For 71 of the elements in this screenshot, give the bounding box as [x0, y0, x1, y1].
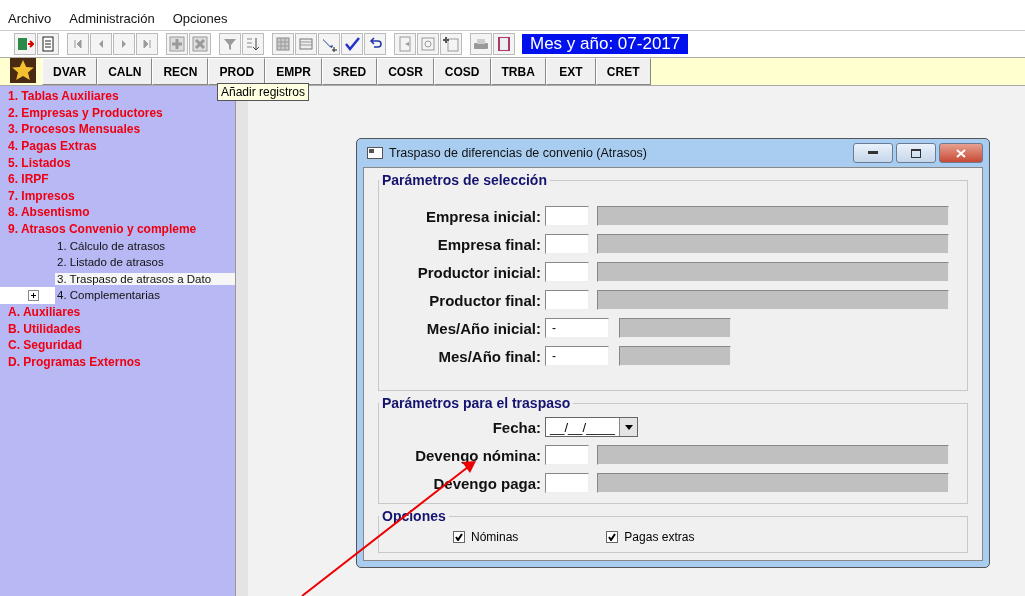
field-label: Empresa inicial:: [424, 207, 541, 225]
field-label: Empresa final:: [436, 235, 541, 253]
grid-icon[interactable]: [272, 33, 294, 55]
shortcut-button[interactable]: EMPR: [265, 58, 322, 85]
sort-icon[interactable]: [242, 33, 264, 55]
book-icon[interactable]: [493, 33, 515, 55]
field-label: Mes/Año final:: [437, 347, 541, 365]
first-record-icon[interactable]: [67, 33, 89, 55]
tooltip: Añadir registros: [217, 83, 310, 101]
field-label: Devengo nómina:: [414, 446, 541, 464]
tree-item[interactable]: 1. Cálculo de atrasos: [55, 239, 168, 252]
shortcut-button[interactable]: CRET: [595, 58, 651, 85]
shortcut-button[interactable]: COSD: [433, 58, 491, 85]
group-title: Parámetros de selección: [381, 172, 548, 188]
add-icon[interactable]: [166, 33, 188, 55]
menu-item[interactable]: Opciones: [172, 11, 228, 26]
menu-item[interactable]: Archivo: [8, 11, 52, 26]
delete-icon[interactable]: [189, 33, 211, 55]
checkbox[interactable]: [453, 531, 465, 543]
field-label: Mes/Año inicial:: [425, 319, 541, 337]
shortcut-button[interactable]: TRBA: [490, 58, 546, 85]
filter-icon[interactable]: [219, 33, 241, 55]
expand-icon[interactable]: [28, 289, 39, 301]
period-field[interactable]: -: [545, 318, 609, 338]
code-field[interactable]: [545, 473, 589, 493]
close-button[interactable]: [939, 143, 983, 163]
shortcut-button[interactable]: SRED: [321, 58, 378, 85]
document-icon[interactable]: [37, 33, 59, 55]
shortcut-button[interactable]: DVAR: [42, 58, 98, 85]
shortcut-button[interactable]: CALN: [97, 58, 153, 85]
group-title: Parámetros para el traspaso: [381, 395, 572, 411]
menu-item[interactable]: Administración: [69, 11, 155, 26]
table-icon[interactable]: [295, 33, 317, 55]
exit-door-icon[interactable]: [14, 33, 36, 55]
field-label: Productor final:: [428, 291, 541, 309]
field-label: Fecha:: [491, 418, 541, 436]
code-field[interactable]: [545, 206, 589, 226]
shortcut-button[interactable]: EXT: [545, 58, 596, 85]
checkbox-label: Nóminas: [471, 530, 519, 544]
code-field[interactable]: [545, 445, 589, 465]
dropdown-arrow-icon: [624, 424, 633, 430]
maximize-icon: [911, 148, 921, 158]
minimize-icon: [868, 151, 878, 155]
checkbox-label: Pagas extras: [624, 530, 695, 544]
tree-item[interactable]: 2. Listado de atrasos: [55, 256, 166, 269]
tree-item[interactable]: 4. Complementarias: [55, 289, 162, 302]
star-icon[interactable]: [10, 58, 36, 83]
period-field[interactable]: -: [545, 346, 609, 366]
shortcut-button[interactable]: PROD: [208, 58, 266, 85]
maximize-button[interactable]: [896, 143, 936, 163]
printer-icon[interactable]: [470, 33, 492, 55]
page-icon[interactable]: [394, 33, 416, 55]
code-field[interactable]: [545, 262, 589, 282]
shortcut-button[interactable]: COSR: [377, 58, 434, 85]
date-combo[interactable]: __/__/____: [545, 417, 639, 437]
code-field[interactable]: [545, 290, 589, 310]
next-icon[interactable]: [113, 33, 135, 55]
field-label: Productor inicial:: [416, 263, 541, 281]
code-field[interactable]: [545, 234, 589, 254]
period-label: Mes y año: 07-2017: [522, 34, 689, 54]
window-title: Traspaso de diferencias de convenio (Atrasos): [389, 146, 648, 160]
window-icon: [367, 147, 383, 159]
shortcut-button[interactable]: RECN: [152, 58, 209, 85]
previous-icon[interactable]: [90, 33, 112, 55]
checkmark-icon[interactable]: [341, 33, 363, 55]
tree-item[interactable]: 3. Traspaso de atrasos a Dato: [55, 272, 235, 285]
close-icon: [956, 148, 966, 158]
checkbox[interactable]: [606, 531, 619, 543]
minimize-button[interactable]: [853, 143, 893, 163]
last-record-icon[interactable]: [136, 33, 158, 55]
undo-icon[interactable]: [364, 33, 386, 55]
